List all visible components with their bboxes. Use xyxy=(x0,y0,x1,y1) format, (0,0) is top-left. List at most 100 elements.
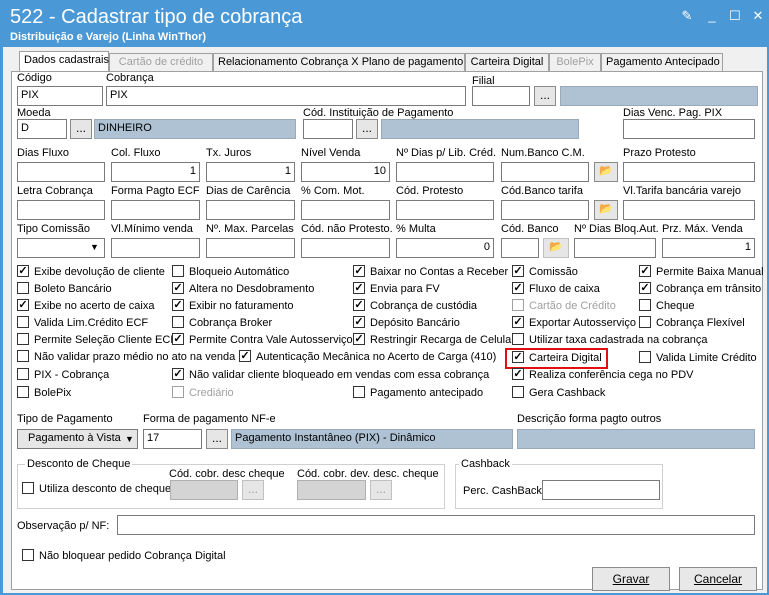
checkbox-icon[interactable]: ✓ xyxy=(17,265,29,278)
vl-minimo-input[interactable] xyxy=(111,238,200,258)
tx-juros-input[interactable]: 1 xyxy=(206,162,295,182)
checkbox-icon[interactable] xyxy=(639,299,651,312)
cancelar-button[interactable]: Cancelar xyxy=(679,567,757,591)
close-icon[interactable]: ✕ xyxy=(749,8,767,24)
chk-cheque[interactable]: Cheque xyxy=(639,299,695,315)
chevron-down-icon[interactable]: ▼ xyxy=(125,434,134,444)
chk-contra-vale[interactable]: ✓ Permite Contra Vale Autosserviço xyxy=(172,333,353,349)
forma-pagamento-input[interactable]: 17 xyxy=(143,429,202,449)
chk-nao-bloquear-pedido[interactable]: Não bloquear pedido Cobrança Digital xyxy=(22,549,226,565)
letra-cobranca-input[interactable] xyxy=(17,200,105,220)
checkbox-icon[interactable] xyxy=(22,482,34,495)
checkbox-icon[interactable]: ✓ xyxy=(239,350,251,363)
chk-exibe-devolucao[interactable]: ✓ Exibe devolução de cliente xyxy=(17,265,165,281)
chk-gera-cashback[interactable]: Gera Cashback xyxy=(512,386,605,402)
chk-permite-selecao-cliente[interactable]: Permite Seleção Cliente ECF xyxy=(17,333,177,349)
checkbox-icon[interactable]: ✓ xyxy=(172,299,184,312)
minimize-icon[interactable]: _ xyxy=(703,8,721,24)
tab-pagamento-antecipado[interactable]: Pagamento Antecipado xyxy=(601,53,723,71)
nivel-venda-input[interactable]: 10 xyxy=(301,162,390,182)
chk-pix-cobranca[interactable]: PIX - Cobrança xyxy=(17,368,109,384)
cod-dev-cheque-lookup-button[interactable]: ... xyxy=(370,480,392,500)
tab-dados-cadastrais[interactable]: Dados cadastrais xyxy=(19,51,109,72)
cod-desc-cheque-lookup-button[interactable]: ... xyxy=(242,480,264,500)
moeda-lookup-button[interactable]: ... xyxy=(70,119,92,139)
edit-icon[interactable]: ✎ xyxy=(678,8,696,24)
checkbox-icon[interactable] xyxy=(22,549,34,562)
checkbox-icon[interactable] xyxy=(172,316,184,329)
checkbox-icon[interactable]: ✓ xyxy=(353,282,365,295)
chevron-down-icon[interactable]: ▼ xyxy=(90,242,99,252)
cod-desc-cheque-input[interactable] xyxy=(170,480,238,500)
col-fluxo-input[interactable]: 1 xyxy=(111,162,200,182)
filial-lookup-button[interactable]: ... xyxy=(534,86,556,106)
checkbox-icon[interactable] xyxy=(172,386,184,399)
folder-icon[interactable]: 📂 xyxy=(594,200,618,220)
checkbox-icon[interactable] xyxy=(172,265,184,278)
chk-deposito-bancario[interactable]: ✓ Depósito Bancário xyxy=(353,316,460,332)
chk-nao-validar-cliente-bloqueado[interactable]: ✓ Não validar cliente bloqueado em vendas… xyxy=(172,368,489,384)
gravar-button[interactable]: Gravar xyxy=(592,567,670,591)
checkbox-icon[interactable] xyxy=(17,333,29,346)
chk-baixar-contas-receber[interactable]: ✓ Baixar no Contas a Receber xyxy=(353,265,508,281)
checkbox-icon[interactable] xyxy=(17,316,29,329)
checkbox-icon[interactable]: ✓ xyxy=(512,282,524,295)
chk-envia-fv[interactable]: ✓ Envia para FV xyxy=(353,282,440,298)
checkbox-icon[interactable] xyxy=(512,333,524,346)
desc-outros-input[interactable] xyxy=(517,429,755,449)
checkbox-icon[interactable] xyxy=(512,299,524,312)
checkbox-icon[interactable] xyxy=(17,368,29,381)
forma-pagamento-lookup-button[interactable]: ... xyxy=(206,429,228,449)
chk-utilizar-taxa[interactable]: Utilizar taxa cadastrada na cobrança xyxy=(512,333,708,349)
checkbox-icon[interactable] xyxy=(639,351,651,364)
moeda-input[interactable]: D xyxy=(17,119,67,139)
folder-icon[interactable]: 📂 xyxy=(594,162,618,182)
checkbox-icon[interactable]: ✓ xyxy=(512,368,524,381)
checkbox-icon[interactable] xyxy=(17,386,29,399)
chk-bolepix[interactable]: BolePix xyxy=(17,386,71,402)
checkbox-icon[interactable]: ✓ xyxy=(353,265,365,278)
chk-valida-lim-credito-ecf[interactable]: Valida Lim.Crédito ECF xyxy=(17,316,148,332)
chk-utiliza-desconto-cheque[interactable]: Utiliza desconto de cheque xyxy=(22,482,171,498)
cod-inst-input[interactable] xyxy=(303,119,353,139)
chk-fluxo-caixa[interactable]: ✓ Fluxo de caixa xyxy=(512,282,600,298)
tab-cartao-credito[interactable]: Cartão de crédito xyxy=(109,53,213,71)
checkbox-icon[interactable]: ✓ xyxy=(353,333,365,346)
cobranca-input[interactable]: PIX xyxy=(106,86,466,106)
perc-cashback-input[interactable] xyxy=(542,480,660,500)
cod-banco-input[interactable] xyxy=(501,238,539,258)
observacao-input[interactable] xyxy=(117,515,755,535)
chk-cobranca-transito[interactable]: ✓ Cobrança em trânsito xyxy=(639,282,761,298)
codigo-input[interactable]: PIX xyxy=(17,86,103,106)
chk-autenticacao-mecanica[interactable]: ✓ Autenticação Mecânica no Acerto de Carg… xyxy=(239,350,496,366)
checkbox-icon[interactable] xyxy=(512,386,524,399)
dias-venc-input[interactable] xyxy=(623,119,755,139)
prz-max-input[interactable]: 1 xyxy=(662,238,755,258)
cod-dev-cheque-input[interactable] xyxy=(297,480,366,500)
maximize-icon[interactable]: ☐ xyxy=(726,8,744,24)
checkbox-icon[interactable]: ✓ xyxy=(353,299,365,312)
tipo-pagamento-select[interactable]: Pagamento à Vista xyxy=(17,429,138,449)
chk-comissao[interactable]: ✓ Comissão xyxy=(512,265,578,281)
chk-valida-limite-credito[interactable]: Valida Limite Crédito xyxy=(639,351,757,367)
tab-carteira-digital[interactable]: Carteira Digital xyxy=(465,53,549,71)
folder-icon[interactable]: 📂 xyxy=(543,238,569,258)
dias-fluxo-input[interactable] xyxy=(17,162,105,182)
checkbox-icon[interactable]: ✓ xyxy=(17,299,29,312)
tab-bolepix[interactable]: BolePix xyxy=(549,53,601,71)
checkbox-icon[interactable]: ✓ xyxy=(172,282,184,295)
checkbox-icon[interactable]: ✓ xyxy=(639,265,651,278)
cod-protesto-input[interactable] xyxy=(396,200,494,220)
checkbox-icon[interactable] xyxy=(353,386,365,399)
dias-bloq-input[interactable] xyxy=(574,238,656,258)
multa-input[interactable]: 0 xyxy=(396,238,494,258)
tab-relacionamento[interactable]: Relacionamento Cobrança X Plano de pagam… xyxy=(213,53,465,71)
chk-boleto-bancario[interactable]: Boleto Bancário xyxy=(17,282,112,298)
num-banco-input[interactable] xyxy=(501,162,589,182)
checkbox-icon[interactable]: ✓ xyxy=(512,316,524,329)
max-parcelas-input[interactable] xyxy=(206,238,295,258)
chk-exibe-acerto-caixa[interactable]: ✓ Exibe no acerto de caixa xyxy=(17,299,154,315)
chk-conferencia-cega[interactable]: ✓ Realiza conferência cega no PDV xyxy=(512,368,693,384)
checkbox-icon[interactable]: ✓ xyxy=(353,316,365,329)
prazo-protesto-input[interactable] xyxy=(623,162,755,182)
